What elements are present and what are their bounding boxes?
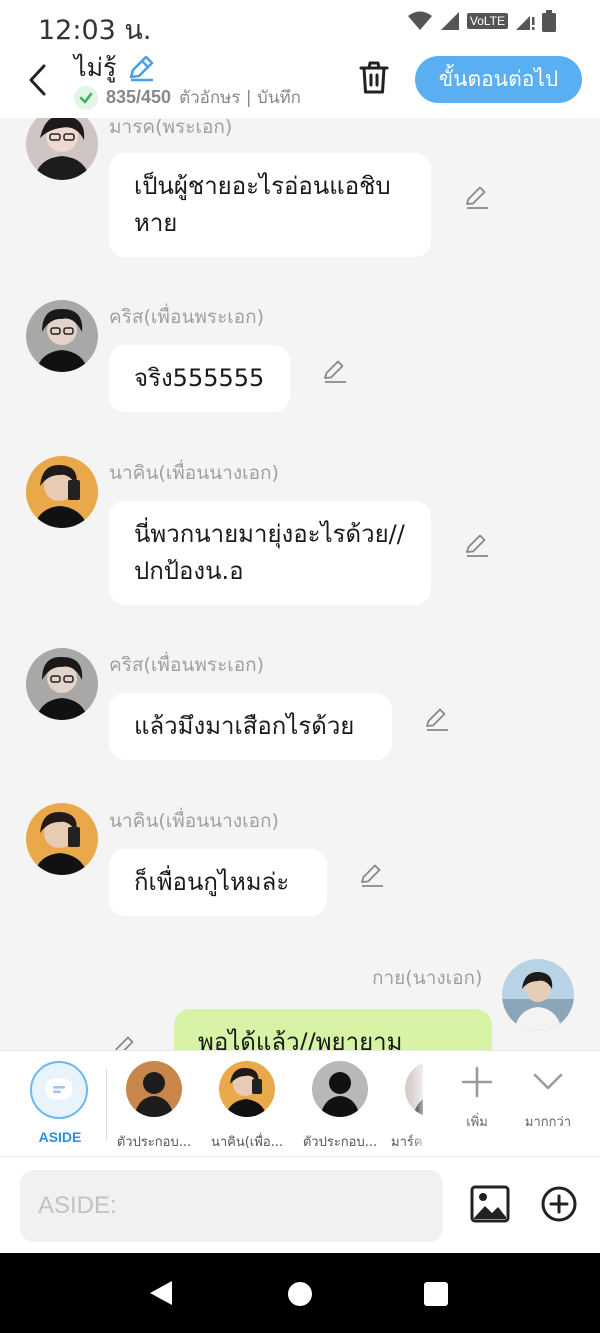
aside-label: ASIDE: [38, 1129, 82, 1145]
aside-button[interactable]: ASIDE: [30, 1061, 90, 1145]
check-icon: [74, 85, 98, 110]
wifi-icon: [407, 11, 432, 30]
add-circle-icon: [541, 1186, 577, 1222]
more-button[interactable]: มากกว่า: [520, 1065, 576, 1132]
chevron-left-icon: [29, 64, 46, 96]
save-status: ตัวอักษร | บันทึก: [179, 88, 301, 108]
character-strip: ASIDE ตัวประกอบ... นาคิน(เพื่อ... ตัวประ…: [0, 1050, 600, 1157]
sender-name: คริส(เพื่อนพระเอก): [109, 306, 265, 328]
nav-back-icon[interactable]: [148, 1279, 174, 1307]
character-chip[interactable]: ตัวประกอบ...: [112, 1061, 196, 1152]
message-input-box[interactable]: [20, 1170, 443, 1242]
avatar-guy[interactable]: [502, 959, 574, 1031]
avatar-kris[interactable]: [26, 300, 98, 372]
avatar-kris[interactable]: [26, 648, 98, 720]
add-label: เพิ่ม: [466, 1115, 488, 1130]
chevron-down-icon: [533, 1073, 563, 1090]
character-avatar: [126, 1061, 182, 1117]
sender-name: คริส(เพื่อนพระเอก): [109, 654, 265, 676]
char-count: 835/450: [106, 87, 172, 107]
sender-name: นาคิน(เพื่อนนางเอก): [109, 810, 279, 832]
battery-icon: [542, 10, 556, 32]
message-bubble[interactable]: พอได้แล้ว//พยายาม: [174, 1009, 492, 1050]
edit-message-icon[interactable]: [464, 532, 490, 558]
nav-recents-icon[interactable]: [424, 1282, 448, 1306]
character-avatar: [312, 1061, 368, 1117]
chat-bubble-icon: [45, 1078, 73, 1100]
edit-title-icon[interactable]: [126, 53, 156, 83]
character-avatar: [219, 1061, 275, 1117]
character-name: ตัวประกอบ...: [302, 1135, 378, 1150]
edit-message-icon[interactable]: [322, 358, 348, 384]
story-title[interactable]: ไม่รู้: [74, 48, 156, 88]
edit-message-icon[interactable]: [112, 1034, 138, 1050]
story-title-text: ไม่รู้: [74, 53, 117, 82]
message-bubble[interactable]: นี่พวกนายมายุ่งอะไรด้วย//ปกป้องน.อ: [109, 501, 431, 605]
char-count-row: 835/450 ตัวอักษร | บันทึก: [74, 84, 301, 111]
image-icon: [470, 1185, 510, 1223]
next-step-button[interactable]: ขั้นตอนต่อไป: [415, 56, 582, 103]
trash-icon: [359, 61, 389, 94]
edit-message-icon[interactable]: [464, 184, 490, 210]
system-nav-bar: [0, 1253, 600, 1333]
chat-area[interactable]: มารค(พระเอก) เป็นผู้ชายอะไรอ่อนแอชิบหาย …: [0, 118, 600, 1050]
sender-name: มารค(พระเอก): [109, 118, 233, 138]
signal-icon: [440, 12, 459, 30]
sender-name: นาคิน(เพื่อนนางเอก): [109, 462, 279, 484]
divider: [106, 1069, 107, 1141]
message-bubble[interactable]: แล้วมึงมาเสือกไรด้วย: [109, 693, 392, 760]
nav-home-icon[interactable]: [288, 1282, 312, 1306]
avatar-nakin[interactable]: [26, 456, 98, 528]
character-name: นาคิน(เพื่อ...: [210, 1135, 284, 1150]
volte-badge: VoLTE: [466, 13, 508, 29]
app-header: ไม่รู้ 835/450 ตัวอักษร | บันทึก ขั้นตอน…: [0, 46, 600, 118]
avatar-nakin[interactable]: [26, 803, 98, 875]
character-chip[interactable]: ตัวประกอบ...: [298, 1061, 382, 1152]
signal-icon-2: [516, 16, 535, 30]
insert-image-button[interactable]: [470, 1185, 510, 1223]
avatar-mark[interactable]: [26, 118, 98, 180]
message-bubble[interactable]: เป็นผู้ชายอะไรอ่อนแอชิบหาย: [109, 153, 431, 257]
edit-message-icon[interactable]: [424, 706, 450, 732]
strip-fade: [410, 1051, 430, 1157]
message-bubble[interactable]: ก็เพื่อนกูไหมล่ะ: [109, 849, 327, 916]
aside-circle: [30, 1061, 88, 1119]
plus-icon: [461, 1066, 493, 1098]
sender-name: กาย(นางเอก): [372, 967, 483, 989]
status-icons: VoLTE: [407, 10, 556, 32]
message-input[interactable]: [20, 1170, 443, 1242]
character-chip[interactable]: นาคิน(เพื่อ...: [205, 1061, 289, 1152]
message-bubble[interactable]: จริง555555: [109, 345, 290, 412]
delete-button[interactable]: [356, 60, 392, 96]
clock: 12:03 น.: [38, 15, 152, 46]
add-content-button[interactable]: [540, 1185, 578, 1223]
status-bar: 12:03 น. VoLTE: [0, 0, 600, 46]
more-label: มากกว่า: [524, 1115, 572, 1130]
character-name: ตัวประกอบ...: [116, 1135, 192, 1150]
add-character-button[interactable]: เพิ่ม: [456, 1065, 498, 1132]
back-button[interactable]: [22, 60, 54, 100]
edit-message-icon[interactable]: [359, 862, 385, 888]
input-bar: [0, 1156, 600, 1253]
